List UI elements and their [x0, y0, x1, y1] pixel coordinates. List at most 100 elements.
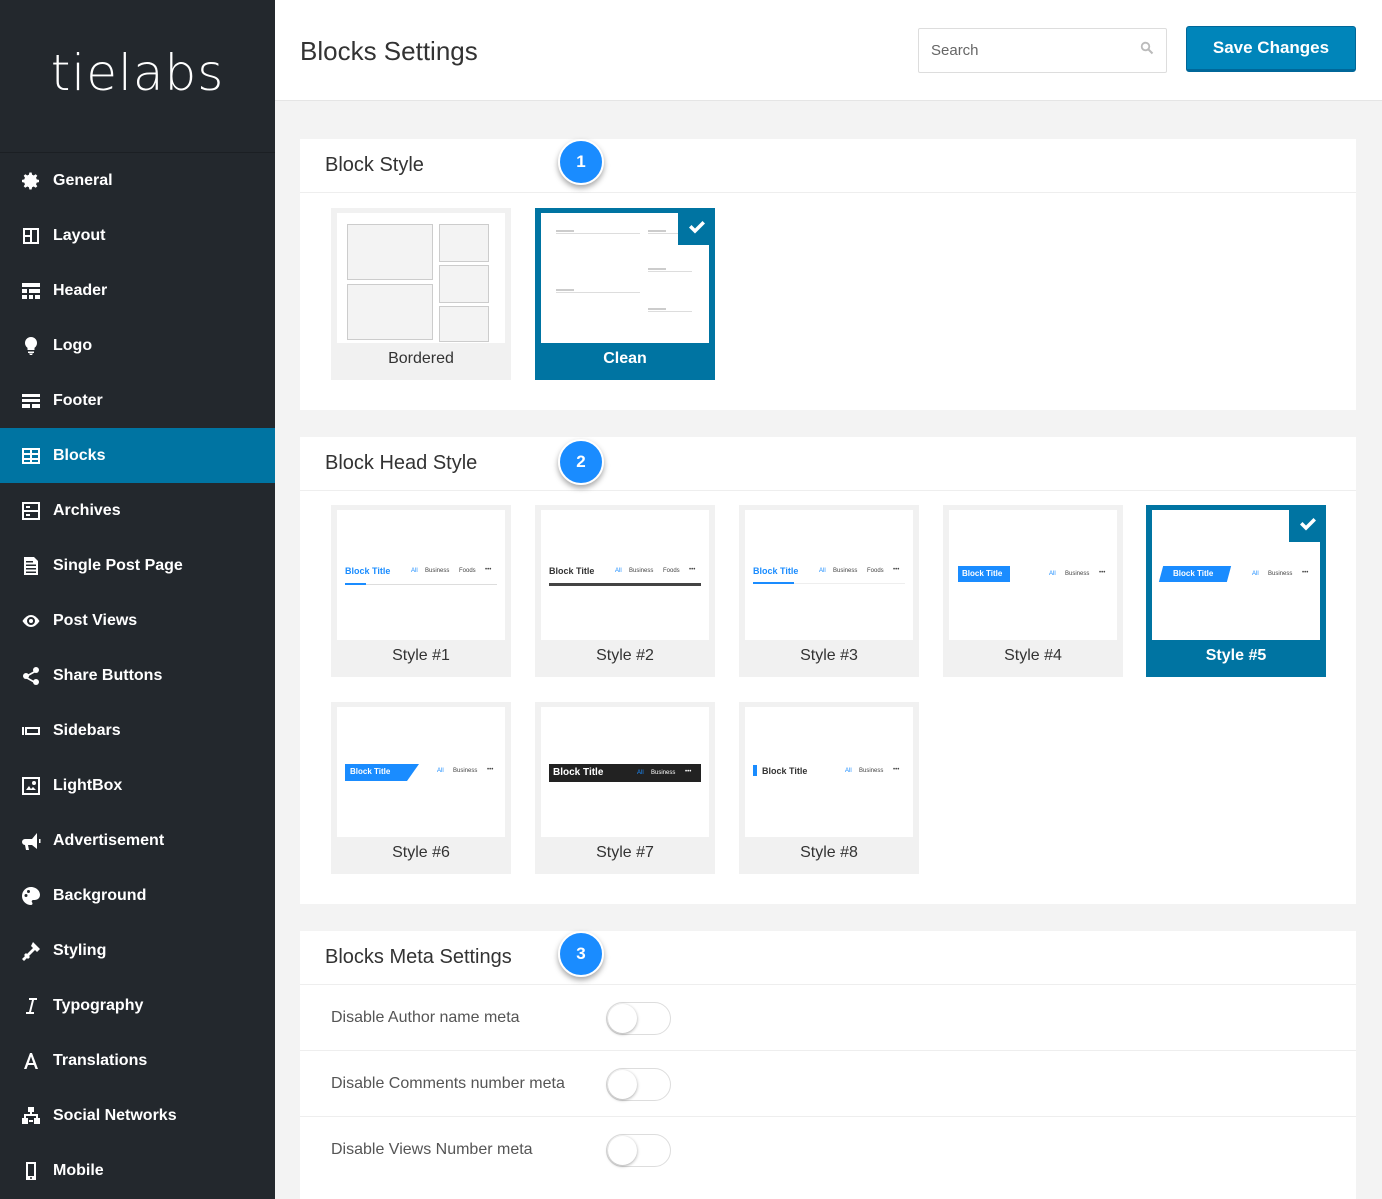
sidebar-item-label: LightBox — [53, 776, 123, 794]
sitemap-icon — [20, 1105, 42, 1127]
lightbulb-icon — [20, 335, 42, 357]
sidebar-item-label: Post Views — [53, 611, 138, 629]
sidebar-item-label: Translations — [53, 1051, 148, 1069]
head-style-option-1[interactable]: Block Title All Business Foods ••• Style… — [331, 505, 511, 677]
mobile-icon — [20, 1160, 42, 1182]
option-label: Style #5 — [1205, 647, 1267, 664]
sidebar-item-label: Background — [53, 886, 147, 904]
brand-logo[interactable]: tielabs — [51, 44, 225, 102]
disable-author-toggle[interactable] — [606, 1002, 671, 1035]
blocks-meta-settings-panel: Blocks Meta Settings 3 Disable Author na… — [300, 931, 1356, 1199]
page-title: Blocks Settings — [300, 36, 478, 66]
bordered-preview — [337, 213, 505, 343]
sidebars-icon — [20, 720, 42, 742]
sidebar-item-label: General — [53, 171, 113, 189]
sidebar-item-header[interactable]: Header — [0, 263, 275, 318]
option-label: Style #7 — [596, 844, 654, 861]
disable-views-toggle[interactable] — [606, 1134, 671, 1167]
search-icon[interactable] — [1140, 41, 1154, 60]
sidebar-item-label: Advertisement — [53, 831, 165, 849]
style-6-preview: Block Title All Business ••• — [337, 707, 505, 837]
style-7-preview: Block Title All Business ••• — [541, 707, 709, 837]
step-badge: 3 — [558, 931, 604, 977]
share-icon — [20, 665, 42, 687]
sidebar-item-share-buttons[interactable]: Share Buttons — [0, 648, 275, 703]
option-label: Clean — [603, 350, 647, 367]
option-label: Style #3 — [800, 647, 858, 664]
topbar: Blocks Settings Save Changes — [275, 0, 1382, 101]
sidebar-item-advertisement[interactable]: Advertisement — [0, 813, 275, 868]
block-head-style-panel: Block Head Style 2 Block Title All Busin… — [300, 437, 1356, 904]
sidebar-item-background[interactable]: Background — [0, 868, 275, 923]
step-badge: 1 — [558, 139, 604, 185]
meta-label: Disable Comments number meta — [331, 1074, 565, 1092]
search-input[interactable] — [931, 42, 1140, 59]
save-changes-button[interactable]: Save Changes — [1186, 26, 1356, 72]
panel-title: Block Head Style — [325, 452, 478, 474]
italic-icon — [20, 995, 42, 1017]
sidebar-item-translations[interactable]: Translations — [0, 1033, 275, 1088]
brush-icon — [20, 940, 42, 962]
sidebar-item-label: Typography — [53, 996, 144, 1014]
blocks-icon — [20, 445, 42, 467]
sidebar-item-social-networks[interactable]: Social Networks — [0, 1088, 275, 1143]
sidebar-item-layout[interactable]: Layout — [0, 208, 275, 263]
meta-label: Disable Author name meta — [331, 1008, 520, 1026]
block-style-option-bordered[interactable]: Bordered — [331, 208, 511, 380]
palette-icon — [20, 885, 42, 907]
sidebar-item-blocks[interactable]: Blocks — [0, 428, 275, 483]
meta-label: Disable Views Number meta — [331, 1141, 533, 1158]
option-label: Style #1 — [392, 647, 450, 664]
letter-a-icon — [20, 1050, 42, 1072]
sidebar-item-label: Header — [53, 281, 108, 299]
panel-title: Blocks Meta Settings — [325, 946, 512, 968]
head-style-option-6[interactable]: Block Title All Business ••• Style #6 — [331, 702, 511, 874]
head-style-option-5[interactable]: Block Title All Business ••• Style #5 — [1146, 505, 1326, 677]
style-2-preview: Block Title All Business Foods ••• — [541, 510, 709, 640]
head-style-option-8[interactable]: Block Title All Business ••• Style #8 — [739, 702, 919, 874]
disable-comments-toggle[interactable] — [606, 1068, 671, 1101]
sidebar-item-label: Share Buttons — [53, 666, 163, 684]
megaphone-icon — [20, 830, 42, 852]
sidebar-nav: General Layout Header Logo Footer Blocks… — [0, 153, 275, 1198]
block-style-option-clean[interactable]: Clean — [535, 208, 715, 380]
option-label: Style #2 — [596, 647, 654, 664]
block-style-panel: Block Style 1 Bordered Clean — [300, 139, 1356, 410]
sidebar-item-label: Archives — [53, 501, 121, 519]
style-8-preview: Block Title All Business ••• — [745, 707, 913, 837]
meta-row-author: Disable Author name meta — [300, 985, 1356, 1051]
sidebar-item-label: Footer — [53, 391, 103, 409]
head-style-option-2[interactable]: Block Title All Business Foods ••• Style… — [535, 505, 715, 677]
sidebar-item-logo[interactable]: Logo — [0, 318, 275, 373]
archives-icon — [20, 500, 42, 522]
sidebar-item-post-views[interactable]: Post Views — [0, 593, 275, 648]
sidebar-item-sidebars[interactable]: Sidebars — [0, 703, 275, 758]
head-style-option-3[interactable]: Block Title All Business Foods ••• Style… — [739, 505, 919, 677]
footer-icon — [20, 390, 42, 412]
gear-icon — [20, 170, 42, 192]
sidebar-item-label: Single Post Page — [53, 556, 183, 574]
sidebar-item-label: Logo — [53, 336, 93, 354]
sidebar-item-lightbox[interactable]: LightBox — [0, 758, 275, 813]
panel-header: Blocks Meta Settings 3 — [300, 931, 1356, 985]
sidebar-item-single-post-page[interactable]: Single Post Page — [0, 538, 275, 593]
checkmark-icon — [1289, 505, 1326, 542]
sidebar-item-typography[interactable]: Typography — [0, 978, 275, 1033]
sidebar-item-mobile[interactable]: Mobile — [0, 1143, 275, 1198]
style-3-preview: Block Title All Business Foods ••• — [745, 510, 913, 640]
meta-row-comments: Disable Comments number meta — [300, 1051, 1356, 1117]
head-style-option-7[interactable]: Block Title All Business ••• Style #7 — [535, 702, 715, 874]
panel-header: Block Style 1 — [300, 139, 1356, 193]
sidebar-item-label: Mobile — [53, 1161, 104, 1179]
option-label: Style #6 — [392, 844, 450, 861]
sidebar-item-archives[interactable]: Archives — [0, 483, 275, 538]
eye-icon — [20, 610, 42, 632]
panel-title: Block Style — [325, 154, 424, 176]
sidebar-item-styling[interactable]: Styling — [0, 923, 275, 978]
head-style-option-4[interactable]: Block Title All Business ••• Style #4 — [943, 505, 1123, 677]
sidebar-item-footer[interactable]: Footer — [0, 373, 275, 428]
panel-header: Block Head Style 2 — [300, 437, 1356, 491]
style-1-preview: Block Title All Business Foods ••• — [337, 510, 505, 640]
sidebar-item-label: Styling — [53, 941, 107, 959]
sidebar-item-general[interactable]: General — [0, 153, 275, 208]
